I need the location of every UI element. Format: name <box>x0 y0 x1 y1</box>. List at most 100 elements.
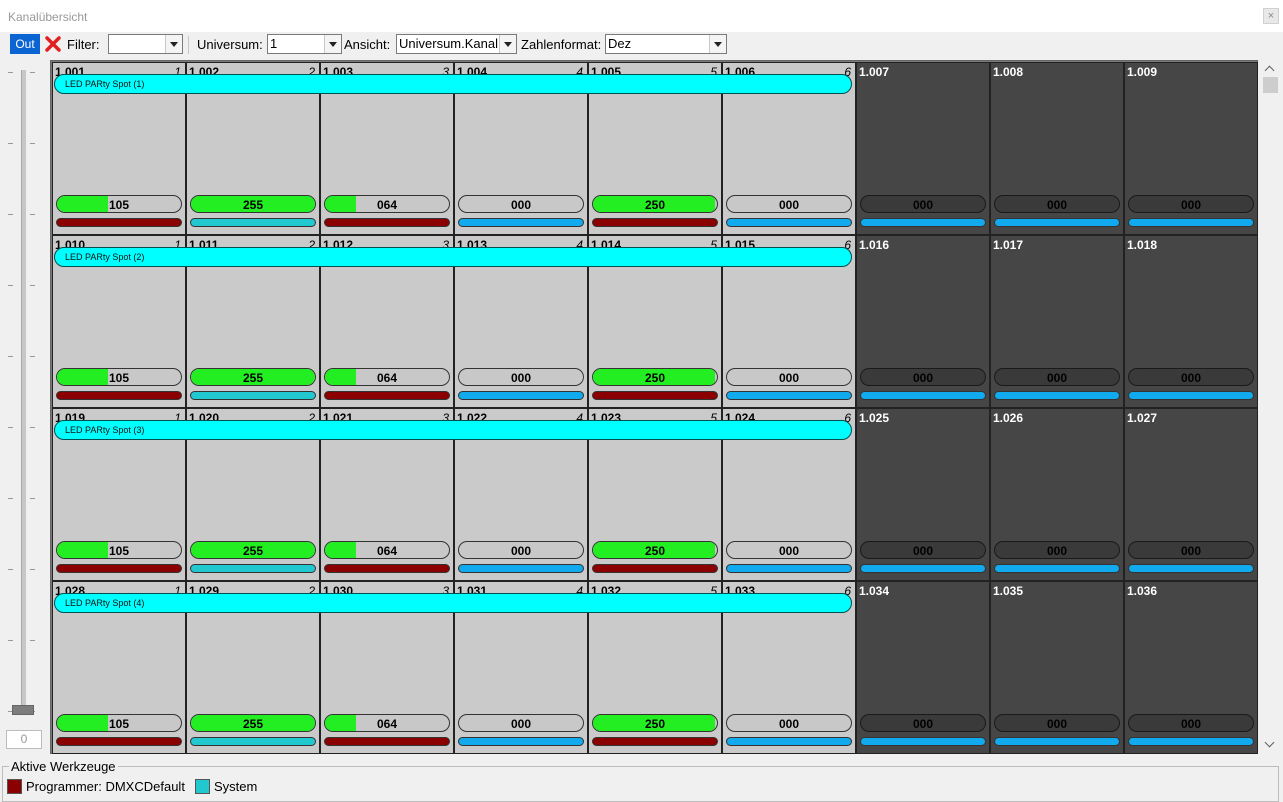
scroll-down-icon[interactable] <box>1262 738 1279 752</box>
slider-tick <box>8 427 13 428</box>
view-combo[interactable]: Universum.Kanal <box>396 34 517 54</box>
chevron-down-icon[interactable] <box>324 35 341 53</box>
channel-value-bar[interactable]: 255 <box>190 541 316 559</box>
channel-cell[interactable]: 1.009 000 <box>1124 62 1258 235</box>
slider-tick <box>30 285 35 286</box>
channel-value-bar[interactable]: 000 <box>458 714 584 732</box>
clear-filter-icon[interactable] <box>44 35 62 53</box>
channel-value-bar[interactable]: 064 <box>324 541 450 559</box>
channel-value-bar[interactable]: 064 <box>324 714 450 732</box>
channel-value-bar[interactable]: 255 <box>190 368 316 386</box>
channel-value-bar[interactable]: 000 <box>994 195 1120 213</box>
channel-value: 000 <box>912 198 934 212</box>
universe-combo[interactable]: 1 <box>267 34 342 54</box>
channel-value-bar[interactable]: 000 <box>726 714 852 732</box>
slider-tick <box>8 285 13 286</box>
channel-value-bar[interactable]: 105 <box>56 368 182 386</box>
channel-value-bar[interactable]: 000 <box>1128 368 1254 386</box>
channel-value-bar[interactable]: 000 <box>860 368 986 386</box>
channel-value-bar[interactable]: 064 <box>324 195 450 213</box>
channel-id: 1.027 <box>1127 411 1158 425</box>
channel-tool-indicator <box>56 564 182 573</box>
channel-cell[interactable]: 1.007 000 <box>856 62 990 235</box>
device-bar[interactable]: LED PARty Spot (1) <box>54 74 852 94</box>
channel-cell[interactable]: 1.026 000 <box>990 408 1124 581</box>
channel-value-bar[interactable]: 000 <box>994 714 1120 732</box>
slider-value-field[interactable]: 0 <box>6 730 42 749</box>
channel-cell[interactable]: 1.036 000 <box>1124 581 1258 754</box>
slider-tick <box>30 356 35 357</box>
channel-value-bar[interactable]: 255 <box>190 714 316 732</box>
chevron-down-icon[interactable] <box>499 35 516 53</box>
device-bar[interactable]: LED PARty Spot (2) <box>54 247 852 267</box>
channel-cell[interactable]: 1.008 000 <box>990 62 1124 235</box>
chevron-down-icon[interactable] <box>165 35 182 53</box>
channel-value-bar[interactable]: 250 <box>592 368 718 386</box>
channel-id: 1.025 <box>859 411 890 425</box>
channel-value: 064 <box>376 198 398 212</box>
device-bar[interactable]: LED PARty Spot (3) <box>54 420 852 440</box>
slider-thumb[interactable] <box>12 705 34 715</box>
channel-tool-indicator <box>56 391 182 400</box>
channel-tool-indicator <box>190 564 316 573</box>
channel-cell[interactable]: 1.025 000 <box>856 408 990 581</box>
format-combo[interactable]: Dez <box>605 34 727 54</box>
channel-value: 255 <box>242 544 264 558</box>
channel-cell[interactable]: 1.027 000 <box>1124 408 1258 581</box>
filter-combo[interactable] <box>108 34 183 54</box>
chevron-down-icon[interactable] <box>709 35 726 53</box>
channel-value-bar[interactable]: 000 <box>860 714 986 732</box>
channel-tool-indicator <box>56 737 182 746</box>
out-button[interactable]: Out <box>10 34 40 54</box>
channel-value-bar[interactable]: 000 <box>860 195 986 213</box>
slider-track[interactable] <box>21 70 26 714</box>
channel-value-bar[interactable]: 105 <box>56 541 182 559</box>
channel-value-bar[interactable]: 250 <box>592 541 718 559</box>
scroll-up-icon[interactable] <box>1262 62 1279 76</box>
channel-tool-indicator <box>458 737 584 746</box>
channel-value-bar[interactable]: 000 <box>1128 541 1254 559</box>
channel-value: 000 <box>912 544 934 558</box>
toolbar: Out Filter: Universum: 1 Ansicht: Univer… <box>0 32 1283 58</box>
slider-tick <box>8 72 13 73</box>
channel-value-bar[interactable]: 064 <box>324 368 450 386</box>
close-button[interactable]: × <box>1263 8 1279 24</box>
tool-label: System <box>214 779 258 794</box>
view-label: Ansicht: <box>344 37 391 52</box>
channel-id: 1.036 <box>1127 584 1158 598</box>
device-bar[interactable]: LED PARty Spot (4) <box>54 593 852 613</box>
channel-value-bar[interactable]: 255 <box>190 195 316 213</box>
channel-value-bar[interactable]: 000 <box>726 368 852 386</box>
channel-cell[interactable]: 1.018 000 <box>1124 235 1258 408</box>
filter-label: Filter: <box>67 37 100 52</box>
channel-cell[interactable]: 1.034 000 <box>856 581 990 754</box>
channel-value-bar[interactable]: 105 <box>56 195 182 213</box>
channel-value-bar[interactable]: 000 <box>1128 195 1254 213</box>
channel-value-bar[interactable]: 000 <box>994 541 1120 559</box>
channel-value-bar[interactable]: 000 <box>458 541 584 559</box>
channel-value-bar[interactable]: 000 <box>860 541 986 559</box>
channel-cell[interactable]: 1.035 000 <box>990 581 1124 754</box>
channel-value-bar[interactable]: 000 <box>726 541 852 559</box>
channel-value-bar[interactable]: 250 <box>592 195 718 213</box>
slider-tick <box>8 214 13 215</box>
channel-value-bar[interactable]: 000 <box>458 195 584 213</box>
channel-value-bar[interactable]: 000 <box>994 368 1120 386</box>
channel-tool-indicator <box>994 218 1120 227</box>
slider-tick <box>8 640 13 641</box>
channel-tool-indicator <box>190 391 316 400</box>
channel-value-bar[interactable]: 105 <box>56 714 182 732</box>
channel-cell[interactable]: 1.016 000 <box>856 235 990 408</box>
channel-value: 105 <box>108 371 130 385</box>
channel-value-bar[interactable]: 250 <box>592 714 718 732</box>
channel-tool-indicator <box>726 391 852 400</box>
channel-cell[interactable]: 1.017 000 <box>990 235 1124 408</box>
scroll-thumb[interactable] <box>1263 77 1278 93</box>
vertical-scrollbar[interactable] <box>1262 60 1279 754</box>
channel-value-bar[interactable]: 000 <box>1128 714 1254 732</box>
channel-tool-indicator <box>1128 737 1254 746</box>
channel-value-bar[interactable]: 000 <box>726 195 852 213</box>
channel-value: 000 <box>1046 198 1068 212</box>
channel-value: 250 <box>644 544 666 558</box>
channel-value-bar[interactable]: 000 <box>458 368 584 386</box>
